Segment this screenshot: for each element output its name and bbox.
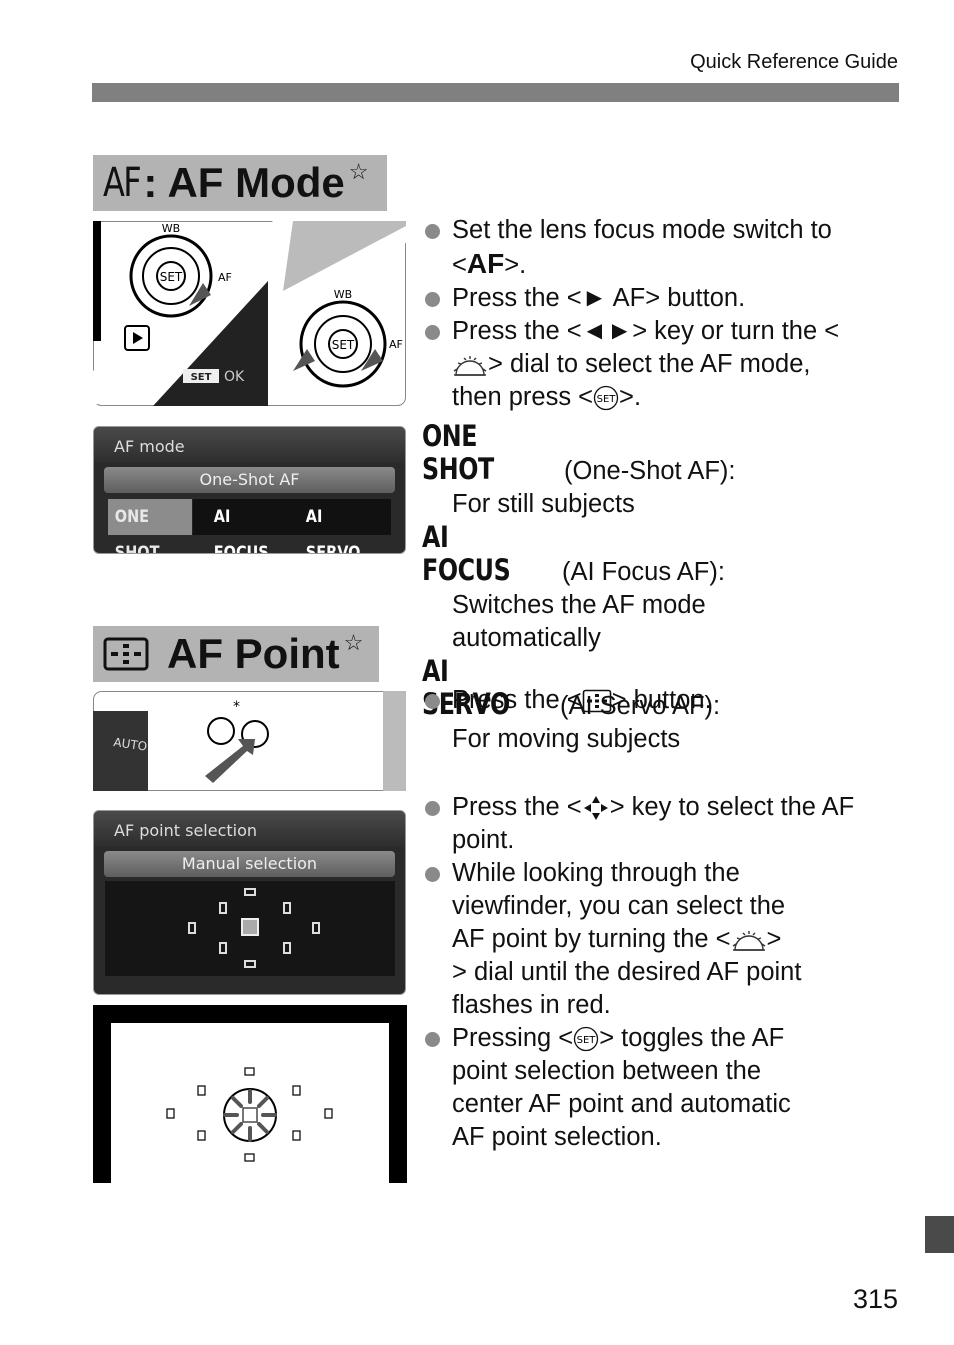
af-area-arrows <box>223 1089 277 1142</box>
af-point-title: AF Point ☆ <box>93 626 379 682</box>
lcd-current-value: Manual selection <box>104 851 395 877</box>
camera-cross-key-illustration: SET WB AF SET OK SET WB AF <box>93 221 406 406</box>
mode-one-shot: ONE SHOT (One-Shot AF): <box>422 419 736 486</box>
af-mode-lcd-screen: AF mode One-Shot AF ONE SHOT AI FOCUS AI… <box>93 426 406 554</box>
af-mode-steps: Set the lens focus mode switch to <AF>. … <box>422 214 862 414</box>
header-bar <box>92 83 899 102</box>
af-point-title-text: AF Point <box>167 630 340 677</box>
af-point-lcd-screen: AF point selection Manual selection <box>93 810 406 995</box>
page-number: 315 <box>852 1284 898 1314</box>
step-item: Press the < > key to select the AF point. <box>422 791 862 857</box>
svg-text:*: * <box>233 699 240 715</box>
step-item: Press the <► AF> button. <box>422 282 862 315</box>
af-mode-prefix: AF <box>103 160 142 206</box>
af-point-steps: Press the < > key to select the AF point.… <box>422 791 862 1154</box>
af-mode-options: ONE SHOT AI FOCUS AI SERVO <box>108 499 391 553</box>
set-button-icon: SET <box>593 386 619 411</box>
lcd-current-value: One-Shot AF <box>104 467 395 493</box>
main-dial-icon <box>453 356 487 376</box>
svg-text:SET: SET <box>597 394 617 405</box>
svg-text:SET: SET <box>332 338 355 352</box>
main-dial-icon <box>732 931 765 951</box>
af-point-step-1: Press the < > button. <box>422 684 862 717</box>
lcd-title: AF point selection <box>94 811 405 847</box>
step-item: Press the <◄►> key or turn the <> dial t… <box>422 315 862 414</box>
svg-text:AF: AF <box>218 271 232 284</box>
af-point-button-icon <box>582 689 612 713</box>
svg-text:WB: WB <box>334 288 352 301</box>
viewfinder-illustration <box>93 1005 407 1183</box>
svg-text:AF: AF <box>389 338 403 351</box>
chapter-tab <box>925 1216 954 1253</box>
mode-ai-focus: AI FOCUS (AI Focus AF): <box>422 520 725 587</box>
camera-af-point-button-illustration: AUTO * <box>93 691 406 791</box>
af-mode-title: AF : AF Mode ☆ <box>93 155 387 211</box>
af-point-center-selected <box>240 918 259 936</box>
svg-text:SET: SET <box>191 372 212 383</box>
step-item: While looking through the viewfinder, yo… <box>422 857 862 1022</box>
option-ai-servo[interactable]: AI SERVO <box>299 499 377 553</box>
af-point-select-icon <box>103 637 149 671</box>
af-switch-symbol: AF <box>466 248 505 279</box>
lcd-title: AF mode <box>94 427 405 463</box>
set-button-label: SET <box>160 270 183 284</box>
advanced-star-icon: ☆ <box>343 630 364 655</box>
svg-text:WB: WB <box>162 222 180 235</box>
svg-text:SET: SET <box>577 1035 597 1046</box>
option-one-shot[interactable]: ONE SHOT <box>108 499 193 553</box>
af-mode-title-text: : AF Mode <box>143 159 345 206</box>
step-item: Press the < > button. <box>422 684 862 717</box>
step-item: Set the lens focus mode switch to <AF>. <box>422 214 862 282</box>
advanced-star-icon: ☆ <box>348 159 369 184</box>
af-button-symbol: ► AF <box>581 284 646 312</box>
cross-keys-icon <box>583 796 608 821</box>
option-ai-focus[interactable]: AI FOCUS <box>207 499 285 553</box>
svg-text:OK: OK <box>224 369 245 385</box>
af-points-grid <box>104 881 395 976</box>
running-header: Quick Reference Guide <box>690 51 898 73</box>
step-item: Pressing < SET > toggles the AF point sele… <box>422 1022 862 1154</box>
set-button-icon: SET <box>574 1027 599 1052</box>
left-right-key-symbol: ◄► <box>581 317 633 345</box>
